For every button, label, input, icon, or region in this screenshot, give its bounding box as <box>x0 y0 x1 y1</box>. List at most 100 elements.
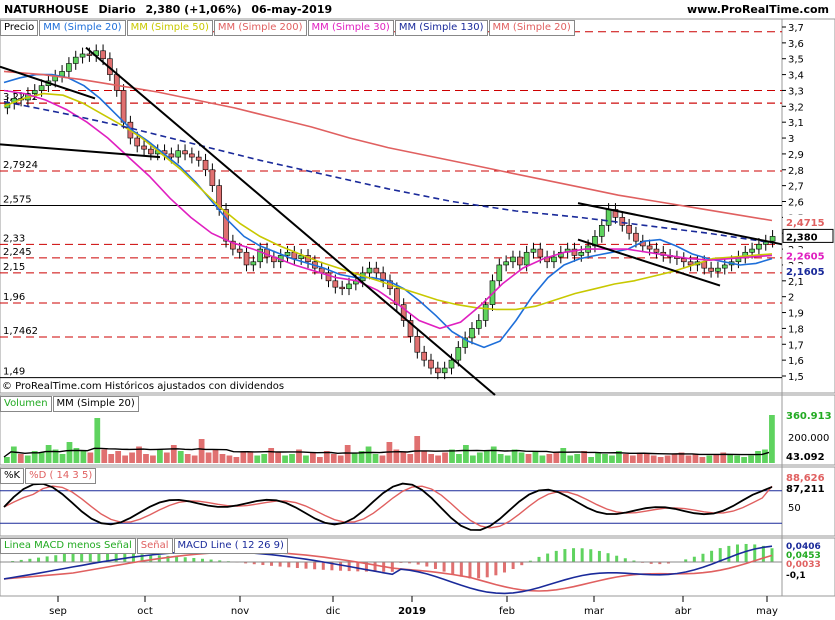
volume-bar <box>275 452 281 463</box>
legend-sma20[interactable]: MM (Simple 20) <box>39 20 126 36</box>
volume-bar <box>282 455 288 463</box>
legend-signal[interactable]: Señal <box>136 538 173 554</box>
candle-body <box>284 251 291 256</box>
volume-bar <box>574 454 581 463</box>
price-tick-label: 3,2 <box>788 102 804 113</box>
value-label: 2,1605 <box>786 267 825 278</box>
macd-hist-bar <box>54 555 58 563</box>
volume-bar <box>170 445 177 463</box>
macd-hist-bar <box>321 562 325 570</box>
candle-body <box>441 367 448 374</box>
legend-sma20b[interactable]: MM (Simple 20) <box>488 20 575 36</box>
macd-legend: Linea MACD menos Señal Señal MACD Line ( 1… <box>0 538 289 554</box>
candle-body <box>346 283 352 290</box>
level-label: 1,7462 <box>3 326 38 337</box>
legend-sma200[interactable]: MM (Simple 200) <box>213 20 307 36</box>
candle-body <box>448 359 455 369</box>
macd-hist-bar <box>62 553 66 563</box>
price-tick-label: 3,1 <box>788 118 804 129</box>
legend-macd-line[interactable]: MACD Line ( 12 26 9) <box>173 538 288 554</box>
volume-bar <box>310 452 316 463</box>
legend-sma30[interactable]: MM (Simple 30) <box>307 20 394 36</box>
volume-bar <box>504 455 511 463</box>
legend-sma130[interactable]: MM (Simple 130) <box>394 20 488 36</box>
macd-hist-bar <box>270 562 274 566</box>
volume-bar <box>198 439 205 463</box>
candle-body <box>120 90 127 123</box>
macd-hist-bar <box>114 553 118 563</box>
macd-hist-bar <box>477 562 481 579</box>
macd-hist-bar <box>468 562 472 579</box>
volume-bar <box>330 454 337 463</box>
volume-bar <box>303 455 309 463</box>
legend-sma50[interactable]: MM (Simple 50) <box>126 20 213 36</box>
candle-body <box>680 258 687 263</box>
macd-hist-bar <box>433 562 437 569</box>
volume-bar <box>157 449 163 463</box>
macd-hist-bar <box>442 562 446 572</box>
copyright-text: © ProRealTime.com Históricos ajustados c… <box>2 381 285 392</box>
volume-bar <box>212 449 219 463</box>
candle-body <box>373 267 380 274</box>
symbol-label: NATURHOUSE <box>4 3 89 16</box>
macd-hist-bar <box>546 553 550 563</box>
volume-bar <box>143 454 149 463</box>
candle-body <box>598 224 605 237</box>
ma-line <box>3 73 773 349</box>
macd-hist-bar <box>313 562 317 570</box>
macd-hist-bar <box>554 550 558 563</box>
trend-line <box>0 143 161 159</box>
candle-body <box>421 351 427 361</box>
candle-body <box>496 264 503 282</box>
macd-hist-bar <box>278 562 282 567</box>
volume-bar <box>421 451 428 463</box>
macd-hist-bar <box>356 562 360 572</box>
legend-volume-sma[interactable]: MM (Simple 20) <box>52 396 139 412</box>
price-tick-label: 1,6 <box>788 356 804 367</box>
candle-body <box>38 85 45 91</box>
volume-bar <box>539 455 546 463</box>
macd-hist-bar <box>615 555 619 563</box>
volume-bar <box>553 452 560 463</box>
macd-hist-bar <box>494 562 498 576</box>
volume-bar <box>463 445 469 463</box>
volume-bar <box>407 454 414 463</box>
period-label: Diario <box>98 3 136 16</box>
macd-signal-line <box>3 551 773 592</box>
candle-body <box>113 74 120 91</box>
volume-bar <box>755 451 761 463</box>
macd-hist-bar <box>390 562 394 572</box>
volume-bar <box>4 457 10 463</box>
volume-bar <box>497 454 504 463</box>
candle-body <box>79 53 86 58</box>
date-label: 06-may-2019 <box>251 3 333 16</box>
candle-body <box>530 248 537 253</box>
candle-body <box>134 137 141 147</box>
price-tick-label: 2,1 <box>788 277 804 288</box>
macd-hist-bar <box>580 548 584 563</box>
candle-body <box>619 217 626 226</box>
candle-body <box>414 336 421 353</box>
volume-legend: Volumen MM (Simple 20) <box>0 396 140 412</box>
volume-bar <box>588 457 594 463</box>
volume-bar <box>414 436 421 463</box>
macd-hist-bar <box>459 562 463 577</box>
legend-k[interactable]: %K <box>0 468 25 484</box>
macd-value-label: 0,0033 <box>786 560 821 570</box>
legend-price[interactable]: Precio <box>0 20 39 36</box>
price-tick-label: 1,9 <box>788 309 804 320</box>
legend-macd-hist[interactable]: Linea MACD menos Señal <box>0 538 136 554</box>
macd-hist-bar <box>287 562 291 568</box>
candle-body <box>332 280 339 288</box>
legend-volume[interactable]: Volumen <box>0 396 52 412</box>
volume-value-label: 360.913 <box>786 411 832 422</box>
macd-hist-bar <box>97 552 101 563</box>
x-tick-label: may <box>756 606 778 617</box>
volume-bar <box>769 415 775 463</box>
candle-body <box>86 53 93 56</box>
volume-bar <box>372 454 379 463</box>
volume-bar <box>337 455 344 463</box>
legend-d[interactable]: %D ( 14 3 5) <box>25 468 97 484</box>
volume-bar <box>289 454 295 463</box>
volume-bar <box>191 455 198 463</box>
